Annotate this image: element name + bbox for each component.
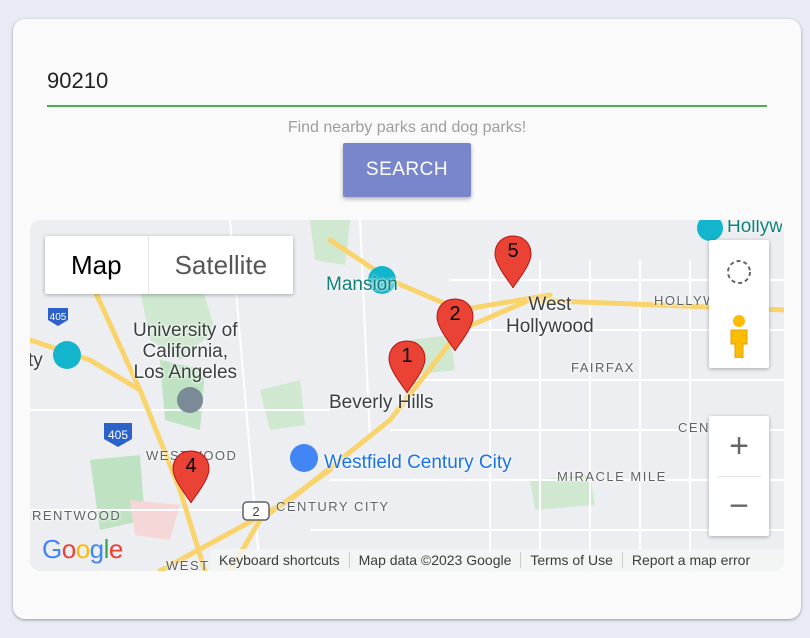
- map-label-westfield: Westfield Century City: [324, 452, 512, 473]
- map-marker[interactable]: 5: [493, 234, 533, 290]
- map-view[interactable]: 405 405 2 University of California, Los …: [30, 220, 784, 571]
- map-marker[interactable]: 4: [171, 449, 211, 505]
- highway-405-top-shield-label: 405: [50, 312, 67, 323]
- map-marker[interactable]: 1: [387, 339, 427, 395]
- zoom-control: + −: [709, 416, 769, 536]
- map-label-century-city: CENTURY CITY: [276, 499, 390, 514]
- search-card: Find nearby parks and dog parks! SEARCH: [13, 19, 801, 619]
- map-label-west-hollywood: West Hollywood: [506, 294, 594, 337]
- map-label-brentwood: RENTWOOD: [32, 508, 122, 523]
- map-label-fairfax: FAIRFAX: [571, 360, 635, 375]
- map-label-hollyw: Hollyw: [727, 220, 783, 237]
- map-type-map-button[interactable]: Map: [45, 236, 149, 294]
- highway-2-shield-label: 2: [252, 504, 259, 519]
- map-label-beverly-hills: Beverly Hills: [329, 392, 434, 413]
- map-label-cen: CEN: [678, 420, 710, 435]
- highway-405-shield-label: 405: [108, 428, 128, 442]
- report-map-error-link[interactable]: Report a map error: [623, 552, 759, 568]
- pegman-icon: [730, 315, 748, 358]
- zoom-out-button[interactable]: −: [709, 476, 769, 536]
- terms-of-use-link[interactable]: Terms of Use: [521, 552, 623, 568]
- map-marker-label: 5: [507, 240, 519, 262]
- map-attribution-bar: Keyboard shortcuts Map data ©2023 Google…: [210, 549, 784, 571]
- street-view-pegman[interactable]: [725, 304, 753, 368]
- fullscreen-icon: [727, 260, 751, 284]
- map-marker-label: 4: [185, 455, 197, 477]
- map-marker[interactable]: 2: [435, 297, 475, 353]
- map-marker-label: 1: [401, 345, 413, 367]
- map-label-ty: ty: [30, 350, 43, 371]
- zoom-in-button[interactable]: +: [709, 416, 769, 476]
- map-data-text: Map data ©2023 Google: [350, 552, 522, 568]
- fullscreen-button[interactable]: [725, 240, 753, 304]
- search-button[interactable]: SEARCH: [343, 143, 471, 197]
- map-side-controls: [709, 240, 769, 368]
- map-type-satellite-button[interactable]: Satellite: [149, 236, 294, 294]
- map-label-west-bottom: WEST: [166, 558, 210, 571]
- map-label-miracle-mile: MIRACLE MILE: [557, 469, 667, 484]
- map-type-control: Map Satellite: [45, 236, 294, 294]
- google-logo: Google: [42, 534, 123, 564]
- keyboard-shortcuts-link[interactable]: Keyboard shortcuts: [210, 552, 350, 568]
- map-label-mansion: Mansion: [326, 274, 398, 295]
- search-hint: Find nearby parks and dog parks!: [287, 119, 527, 136]
- map-marker-label: 2: [449, 303, 461, 325]
- zoom-divider: [717, 476, 761, 477]
- zip-code-input[interactable]: [47, 57, 767, 107]
- map-label-ucla: University of California, Los Angeles: [133, 320, 238, 383]
